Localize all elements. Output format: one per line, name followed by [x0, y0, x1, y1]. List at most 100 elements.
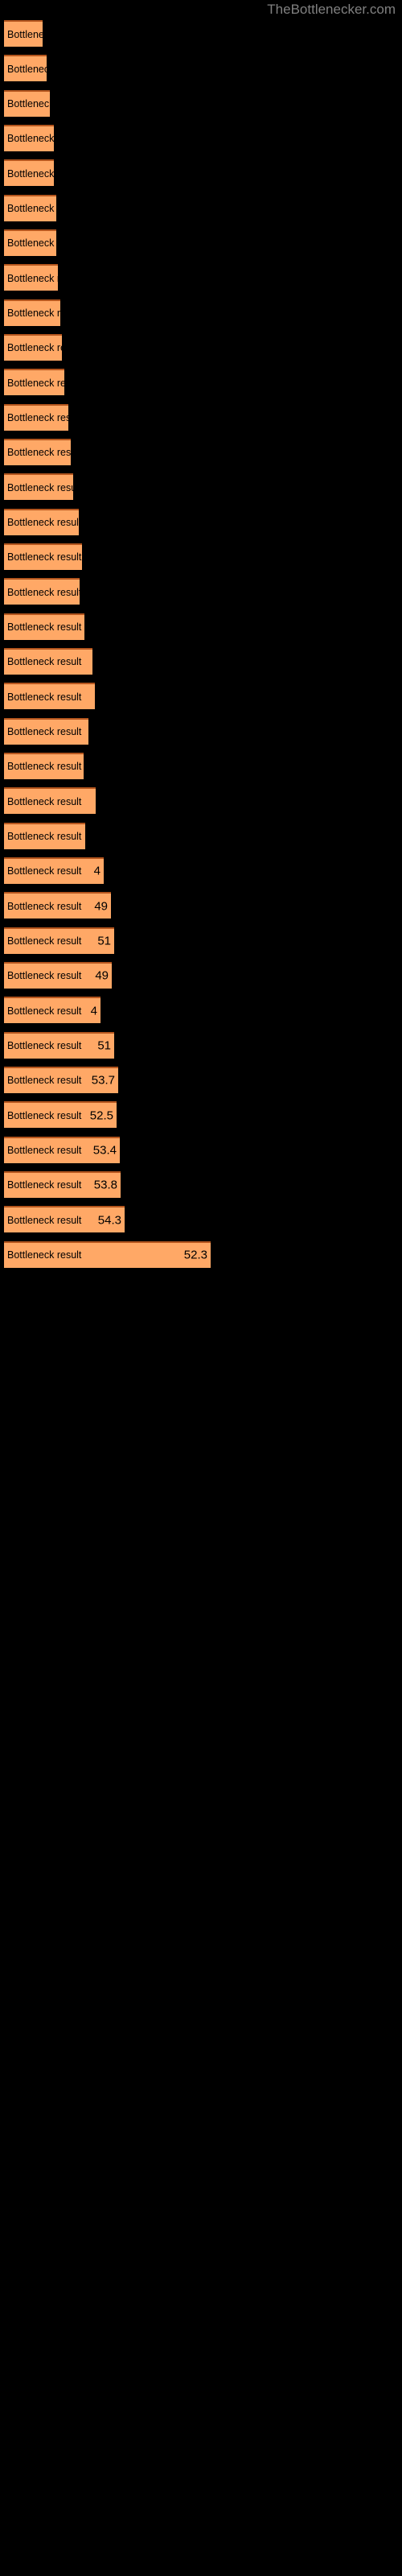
bar: Bottleneck result [4, 20, 43, 47]
bar-label: Bottleneck result [7, 1040, 82, 1052]
bar: Bottleneck result [4, 822, 85, 849]
bar-value: 51 [97, 934, 111, 948]
bar-row: Bottleneck result [0, 192, 402, 226]
bar-row: Bottleneck result [0, 87, 402, 122]
bar-label: Bottleneck result [7, 761, 82, 773]
bar-row: Bottleneck result [0, 436, 402, 470]
bar: Bottleneck result 53.8 [4, 1170, 121, 1198]
bar-value: 53.4 [92, 1143, 117, 1158]
bar: Bottleneck result [4, 543, 82, 570]
bar-row: Bottleneck result 49 [0, 889, 402, 923]
bar-label: Bottleneck result [7, 1109, 82, 1121]
bar-label: Bottleneck result [7, 342, 62, 354]
bar-value: 53.7 [91, 1073, 115, 1088]
bar: Bottleneck result [4, 787, 96, 815]
bar-label: Bottleneck result [7, 167, 54, 180]
bar-row: Bottleneck result [0, 17, 402, 52]
bar-label: Bottleneck result [7, 900, 82, 912]
bar-label: Bottleneck result [7, 237, 56, 250]
bar-row: Bottleneck result [0, 122, 402, 156]
bar: Bottleneck result [4, 647, 92, 675]
bar-label: Bottleneck result [7, 1179, 82, 1191]
bar: Bottleneck result [4, 438, 71, 465]
bar-row: Bottleneck result [0, 296, 402, 331]
bar-label: Bottleneck result [7, 447, 71, 459]
bar-row: Bottleneck result [0, 470, 402, 505]
bar-value: 51 [97, 1038, 111, 1053]
bar-row: Bottleneck result [0, 156, 402, 191]
bar-value: 49 [94, 899, 108, 914]
bar-row: Bottleneck result 4 [0, 993, 402, 1028]
bar-row: Bottleneck result [0, 784, 402, 819]
bar-row: Bottleneck result [0, 52, 402, 86]
bar-label: Bottleneck result [7, 1214, 82, 1226]
bar-label: Bottleneck result [7, 63, 47, 75]
bar-label: Bottleneck result [7, 656, 82, 668]
bar-label: Bottleneck result [7, 1249, 82, 1261]
bar-value: 52.3 [183, 1248, 207, 1262]
bar-label: Bottleneck result [7, 133, 54, 145]
bar-row: Bottleneck result [0, 506, 402, 540]
bar-label: Bottleneck result [7, 935, 82, 947]
bar: Bottleneck result 51 [4, 1031, 114, 1059]
bar: Bottleneck result [4, 369, 64, 396]
bar-row: Bottleneck result [0, 261, 402, 295]
bar-label: Bottleneck result [7, 726, 82, 738]
bar-row: Bottleneck result 51 [0, 1029, 402, 1063]
bar-label: Bottleneck result [7, 377, 64, 389]
bar: Bottleneck result [4, 683, 95, 710]
bar-label: Bottleneck result [7, 272, 58, 284]
bar-row: Bottleneck result [0, 749, 402, 784]
bar: Bottleneck result [4, 752, 84, 779]
bar-label: Bottleneck result [7, 1075, 82, 1087]
bar: Bottleneck result [4, 403, 68, 431]
bar-value: 53.8 [93, 1178, 117, 1192]
bar-row: Bottleneck result [0, 715, 402, 749]
bar-label: Bottleneck result [7, 203, 56, 215]
bar-value: 49 [95, 968, 109, 983]
bar-row: Bottleneck result 4 [0, 854, 402, 889]
bar-label: Bottleneck result [7, 28, 43, 40]
bar-row: Bottleneck result [0, 540, 402, 575]
bar: Bottleneck result [4, 229, 56, 256]
bar-label: Bottleneck result [7, 621, 82, 634]
bar-label: Bottleneck result [7, 865, 82, 877]
bar-label: Bottleneck result [7, 970, 82, 982]
bar: Bottleneck result 53.7 [4, 1066, 118, 1093]
bar-label: Bottleneck result [7, 98, 50, 110]
bar: Bottleneck result [4, 264, 58, 291]
bar: Bottleneck result [4, 55, 47, 82]
bar-row: Bottleneck result 51 [0, 924, 402, 959]
bar: Bottleneck result [4, 717, 88, 745]
bar-row: Bottleneck result 54.3 [0, 1203, 402, 1237]
bar: Bottleneck result 51 [4, 927, 114, 954]
bar: Bottleneck result [4, 613, 84, 640]
bar: Bottleneck result [4, 194, 56, 221]
bar: Bottleneck result 54.3 [4, 1206, 125, 1233]
bar-label: Bottleneck result [7, 412, 68, 424]
bar: Bottleneck result 53.4 [4, 1136, 120, 1163]
bar-row: Bottleneck result 53.4 [0, 1133, 402, 1168]
bar-row: Bottleneck result [0, 401, 402, 436]
bar-row: Bottleneck result [0, 610, 402, 645]
bar: Bottleneck result 49 [4, 892, 111, 919]
bar-label: Bottleneck result [7, 551, 82, 564]
bar: Bottleneck result [4, 473, 73, 501]
bar-row: Bottleneck result [0, 226, 402, 261]
bar: Bottleneck result 52.5 [4, 1101, 117, 1129]
bar: Bottleneck result 49 [4, 961, 112, 989]
bar-label: Bottleneck result [7, 795, 82, 807]
bar-value: 52.5 [89, 1108, 113, 1123]
site-title: TheBottlenecker.com [267, 2, 396, 17]
bar-row: Bottleneck result [0, 645, 402, 679]
bar-value: 4 [93, 864, 100, 878]
bottleneck-bar-chart: TheBottlenecker.com Bottleneck resultBot… [0, 0, 402, 2576]
bar-label: Bottleneck result [7, 517, 79, 529]
bar: Bottleneck result 52.3 [4, 1241, 211, 1268]
bar: Bottleneck result [4, 299, 60, 326]
bar-value: 54.3 [97, 1213, 121, 1228]
bar: Bottleneck result 4 [4, 997, 100, 1024]
bar: Bottleneck result 4 [4, 857, 104, 884]
bar-row: Bottleneck result [0, 819, 402, 854]
bar-label: Bottleneck result [7, 1005, 82, 1017]
